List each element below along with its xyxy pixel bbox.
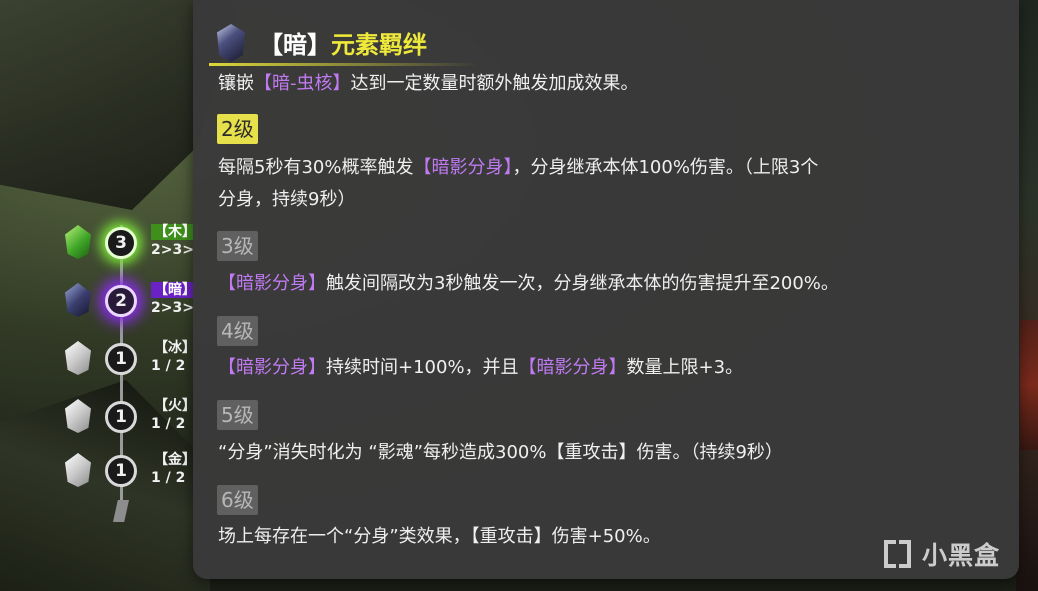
description-text: 达到一定数量时额外触发加成效果。: [350, 73, 639, 94]
level-text: 触发间隔改为3秒触发一次，分身继承本体的伤害提升至200%。: [326, 273, 839, 294]
description-text: 镶嵌: [218, 73, 254, 94]
background-enemy: [1020, 320, 1038, 450]
bond-tooltip-panel: 【暗】元素羁绊 镶嵌【暗-虫核】达到一定数量时额外触发加成效果。 2级 每隔5秒…: [193, 0, 1019, 579]
tooltip-title-name: 元素羁绊: [331, 31, 427, 59]
bond-element-name: 【暗】: [151, 282, 199, 298]
tooltip-title: 【暗】元素羁绊: [259, 28, 427, 62]
bond-label: 【木】 2>3>: [151, 223, 199, 259]
bond-label: 【暗】 2>3>: [151, 281, 199, 317]
tracker-end-cap: [113, 500, 129, 522]
level-highlight: 【暗影分身】: [518, 357, 627, 378]
ice-gem-icon: [65, 341, 91, 375]
bond-row-fire[interactable]: 1 【火】 1 / 2: [55, 389, 205, 439]
level-text: 每隔5秒有30%概率触发: [218, 157, 414, 178]
level-highlight: 【暗影分身】: [218, 357, 326, 378]
bond-progress: 2>3>: [151, 300, 194, 316]
watermark: 小黑盒: [882, 536, 1000, 572]
fire-gem-icon: [65, 399, 91, 433]
bond-row-wood[interactable]: 3 【木】 2>3>: [55, 215, 205, 265]
level-4-text: 【暗影分身】持续时间+100%，并且【暗影分身】数量上限+3。: [218, 354, 743, 382]
level-badge-3: 3级: [217, 231, 258, 261]
level-badge-2: 2级: [217, 114, 258, 144]
bond-count-badge: 1: [105, 455, 137, 487]
bond-count-badge: 1: [105, 401, 137, 433]
level-badge-5: 5级: [217, 400, 258, 430]
bond-row-metal[interactable]: 1 【金】 1 / 2: [55, 443, 205, 493]
tooltip-element-tag: 【暗】: [259, 31, 331, 59]
xiaoheihe-logo-icon: [882, 537, 914, 571]
bond-element-name: 【金】: [154, 452, 196, 468]
level-highlight: 【暗影分身】: [413, 157, 513, 178]
bond-element-name: 【火】: [154, 398, 196, 414]
background-scenery: [1016, 0, 1038, 591]
bond-count-badge: 3: [105, 227, 137, 259]
bond-label: 【火】 1 / 2: [151, 397, 199, 433]
bond-progress: 2>3>: [151, 242, 194, 258]
bond-progress: 1 / 2: [151, 358, 186, 374]
level-text: 持续时间+100%，并且: [326, 357, 519, 378]
level-2-text-cont: 分身，持续9秒）: [218, 189, 356, 210]
bond-progress: 1 / 2: [151, 416, 186, 432]
level-text: ，分身继承本体100%伤害。（上限3个: [512, 157, 819, 178]
bond-row-ice[interactable]: 1 【冰】 1 / 2: [55, 331, 205, 381]
metal-gem-icon: [65, 453, 91, 487]
level-highlight: 【暗影分身】: [218, 273, 326, 294]
level-2-text: 每隔5秒有30%概率触发【暗影分身】，分身继承本体100%伤害。（上限3个: [218, 154, 818, 182]
bond-element-name: 【木】: [151, 224, 199, 240]
bond-progress: 1 / 2: [151, 470, 186, 486]
description-highlight: 【暗-虫核】: [254, 73, 351, 94]
watermark-text: 小黑盒: [922, 541, 1001, 570]
bond-count-badge: 2: [105, 285, 137, 317]
title-underline: [209, 63, 479, 66]
wood-gem-icon: [65, 225, 91, 259]
bond-row-dark[interactable]: 2 【暗】 2>3>: [55, 273, 205, 323]
level-5-text: “分身”消失时化为 “影魂”每秒造成300%【重攻击】伤害。（持续9秒）: [218, 442, 783, 463]
bond-element-name: 【冰】: [154, 340, 196, 356]
element-bond-tracker: 3 【木】 2>3> 2 【暗】 2>3> 1 【冰】 1 / 2 1 【火】 …: [55, 215, 205, 535]
dark-gem-icon: [65, 283, 91, 317]
level-3-text: 【暗影分身】触发间隔改为3秒触发一次，分身继承本体的伤害提升至200%。: [218, 270, 839, 298]
bond-label: 【冰】 1 / 2: [151, 339, 199, 375]
dark-gem-icon: [217, 24, 245, 62]
tooltip-description: 镶嵌【暗-虫核】达到一定数量时额外触发加成效果。: [218, 70, 639, 98]
level-badge-6: 6级: [217, 485, 258, 515]
level-6-text: 场上每存在一个“分身”类效果，【重攻击】伤害+50%。: [218, 526, 661, 547]
level-badge-4: 4级: [217, 316, 258, 346]
bond-label: 【金】 1 / 2: [151, 451, 199, 487]
bond-count-badge: 1: [105, 343, 137, 375]
level-text: 数量上限+3。: [626, 357, 744, 378]
